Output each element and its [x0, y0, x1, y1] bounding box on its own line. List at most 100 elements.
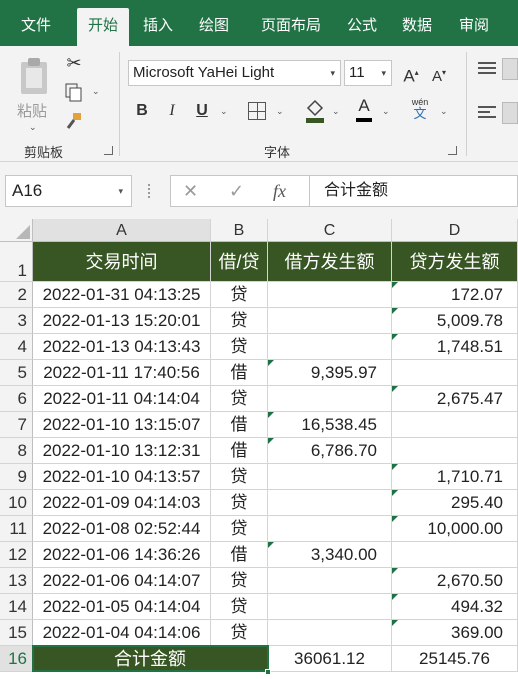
tab-5[interactable]: 公式	[339, 8, 385, 46]
cell-a[interactable]: 2022-01-10 04:13:57	[33, 464, 211, 490]
fill-color-dropdown-icon[interactable]: ⌄	[332, 106, 340, 117]
cell-b[interactable]: 借	[211, 412, 268, 438]
column-header-a[interactable]: A	[33, 219, 211, 242]
font-size-select[interactable]: 11 ▾	[344, 60, 392, 86]
cell-d[interactable]	[392, 360, 518, 386]
formula-input[interactable]: 合计金额	[310, 175, 518, 207]
cell-c[interactable]: 6,786.70	[268, 438, 392, 464]
align-top-icon[interactable]	[478, 62, 496, 76]
cell-d[interactable]	[392, 438, 518, 464]
total-cell-c[interactable]: 36061.12	[268, 646, 392, 672]
row-header[interactable]: 3	[0, 308, 33, 334]
clipboard-launcher-icon[interactable]	[104, 146, 113, 155]
cell-d[interactable]: 172.07	[392, 282, 518, 308]
cell-c[interactable]	[268, 464, 392, 490]
tab-1[interactable]: 开始	[77, 8, 129, 46]
cell-d[interactable]: 1,710.71	[392, 464, 518, 490]
column-header-c[interactable]: C	[268, 219, 392, 242]
cell-a[interactable]: 2022-01-11 04:14:04	[33, 386, 211, 412]
select-all-button[interactable]	[0, 219, 33, 242]
row-header[interactable]: 6	[0, 386, 33, 412]
insert-function-button[interactable]: fx	[273, 176, 286, 206]
copy-dropdown-icon[interactable]: ⌄	[92, 86, 100, 97]
cut-icon[interactable]: ✂	[62, 50, 86, 76]
row-header[interactable]: 4	[0, 334, 33, 360]
cell-b[interactable]: 贷	[211, 490, 268, 516]
cell-a[interactable]: 2022-01-06 04:14:07	[33, 568, 211, 594]
format-painter-icon[interactable]	[62, 108, 86, 134]
cell-b[interactable]: 贷	[211, 464, 268, 490]
cell-b[interactable]: 贷	[211, 594, 268, 620]
cell-d[interactable]: 10,000.00	[392, 516, 518, 542]
cell-b[interactable]: 贷	[211, 568, 268, 594]
align-left-icon[interactable]	[478, 106, 496, 120]
row-header[interactable]: 13	[0, 568, 33, 594]
cell-c[interactable]	[268, 594, 392, 620]
enter-icon[interactable]: ✓	[229, 176, 244, 206]
header-cell-b[interactable]: 借/贷	[211, 242, 268, 282]
underline-button[interactable]: U	[192, 98, 212, 124]
cell-b[interactable]: 贷	[211, 386, 268, 412]
row-header[interactable]: 7	[0, 412, 33, 438]
name-box[interactable]: A16 ▾	[5, 175, 132, 207]
tab-4[interactable]: 页面布局	[249, 8, 333, 46]
cancel-icon[interactable]: ✕	[183, 176, 198, 206]
cell-a[interactable]: 2022-01-05 04:14:04	[33, 594, 211, 620]
cell-a[interactable]: 2022-01-09 04:14:03	[33, 490, 211, 516]
border-dropdown-icon[interactable]: ⌄	[276, 106, 284, 117]
phonetic-guide-button[interactable]: wén 文	[408, 96, 432, 126]
cell-b[interactable]: 贷	[211, 620, 268, 646]
italic-button[interactable]: I	[162, 98, 182, 124]
total-cell-d[interactable]: 25145.76	[392, 646, 518, 672]
cell-a[interactable]: 2022-01-31 04:13:25	[33, 282, 211, 308]
fill-handle[interactable]	[265, 669, 271, 675]
paste-button[interactable]: 粘贴 ⌄	[14, 54, 56, 134]
cell-c[interactable]	[268, 516, 392, 542]
worksheet-grid[interactable]: ABCD 1 交易时间 借/贷 借方发生额 贷方发生额 2 2022-01-31 04:13…	[0, 219, 518, 679]
cell-d[interactable]: 369.00	[392, 620, 518, 646]
cell-c[interactable]	[268, 334, 392, 360]
cell-a[interactable]: 2022-01-08 02:52:44	[33, 516, 211, 542]
cell-c[interactable]	[268, 386, 392, 412]
cell-d[interactable]: 5,009.78	[392, 308, 518, 334]
row-header[interactable]: 12	[0, 542, 33, 568]
cell-a[interactable]: 2022-01-10 13:12:31	[33, 438, 211, 464]
border-icon[interactable]	[248, 102, 266, 120]
cell-c[interactable]: 9,395.97	[268, 360, 392, 386]
cell-c[interactable]: 16,538.45	[268, 412, 392, 438]
cell-c[interactable]	[268, 620, 392, 646]
tab-6[interactable]: 数据	[391, 8, 443, 46]
underline-dropdown-icon[interactable]: ⌄	[220, 106, 228, 117]
cell-d[interactable]: 1,748.51	[392, 334, 518, 360]
row-header[interactable]: 1	[0, 242, 33, 282]
cell-a[interactable]: 2022-01-11 17:40:56	[33, 360, 211, 386]
row-header[interactable]: 15	[0, 620, 33, 646]
row-header[interactable]: 16	[0, 646, 33, 672]
phonetic-dropdown-icon[interactable]: ⌄	[440, 106, 448, 117]
row-header[interactable]: 2	[0, 282, 33, 308]
column-header-b[interactable]: B	[211, 219, 268, 242]
row-header[interactable]: 5	[0, 360, 33, 386]
cell-b[interactable]: 借	[211, 542, 268, 568]
cell-b[interactable]: 贷	[211, 308, 268, 334]
cell-d[interactable]: 295.40	[392, 490, 518, 516]
cell-c[interactable]: 3,340.00	[268, 542, 392, 568]
tab-2[interactable]: 插入	[135, 8, 181, 46]
cell-c[interactable]	[268, 490, 392, 516]
header-cell-d[interactable]: 贷方发生额	[392, 242, 518, 282]
tab-0[interactable]: 文件	[8, 8, 64, 46]
cell-d[interactable]: 2,670.50	[392, 568, 518, 594]
header-cell-c[interactable]: 借方发生额	[268, 242, 392, 282]
cell-a[interactable]: 2022-01-04 04:14:06	[33, 620, 211, 646]
cell-b[interactable]: 借	[211, 438, 268, 464]
tab-3[interactable]: 绘图	[187, 8, 241, 46]
row-header[interactable]: 10	[0, 490, 33, 516]
formula-bar-grip-icon[interactable]	[148, 184, 152, 198]
cell-c[interactable]	[268, 308, 392, 334]
decrease-font-size-button[interactable]: A▾	[428, 60, 450, 90]
cell-d[interactable]: 494.32	[392, 594, 518, 620]
cell-c[interactable]	[268, 568, 392, 594]
row-header[interactable]: 9	[0, 464, 33, 490]
bold-button[interactable]: B	[132, 98, 152, 124]
cell-a[interactable]: 2022-01-13 04:13:43	[33, 334, 211, 360]
